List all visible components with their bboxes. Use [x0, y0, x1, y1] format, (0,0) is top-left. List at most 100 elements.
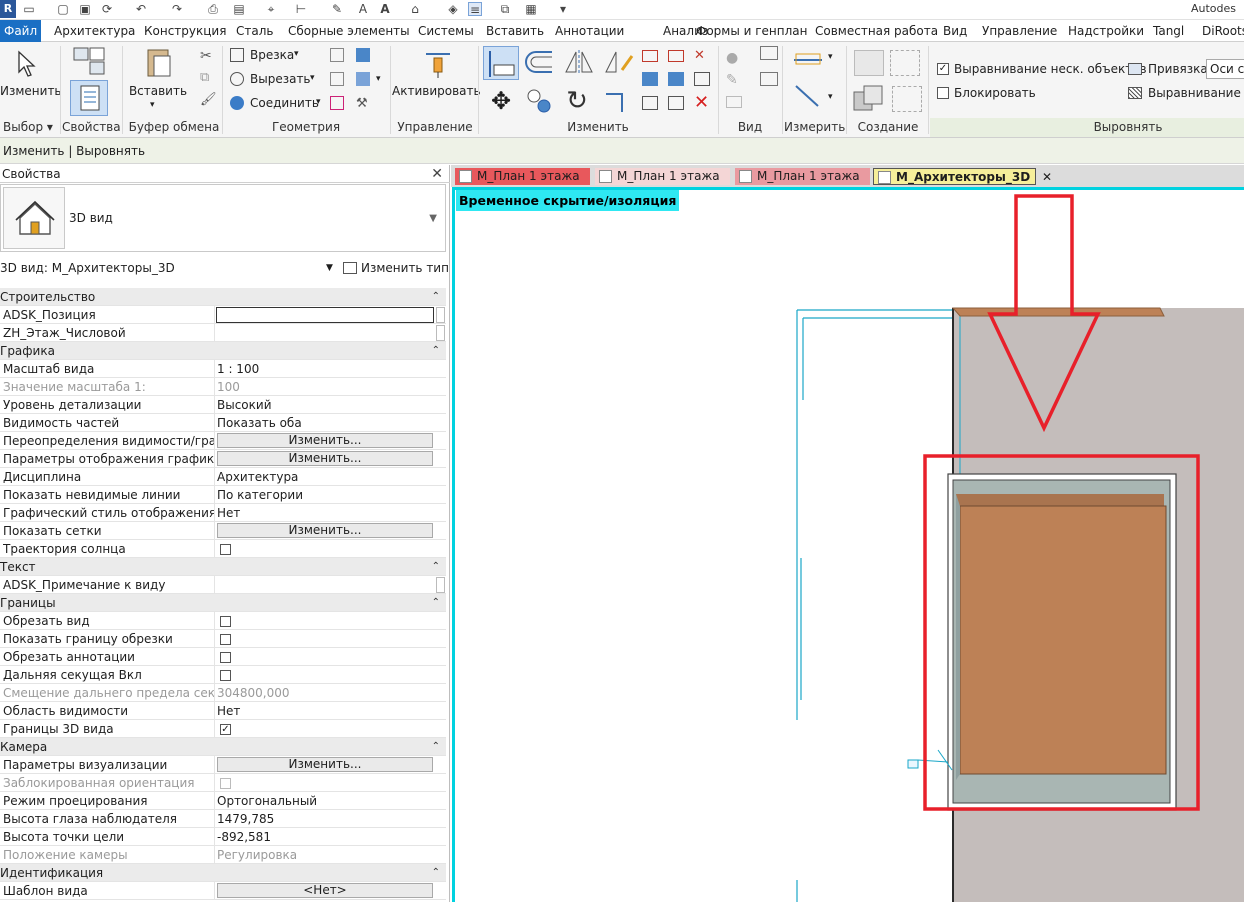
activate-icon[interactable] [424, 50, 452, 80]
activate-button[interactable]: Активировать [392, 84, 481, 98]
edit-button[interactable]: <Нет> [217, 883, 433, 898]
properties-button[interactable]: Свойства [62, 118, 121, 137]
override-icon[interactable] [760, 46, 778, 60]
property-checkbox[interactable] [220, 670, 231, 681]
hammer-icon[interactable]: ⚒ [356, 96, 368, 111]
property-checkbox[interactable] [220, 634, 231, 645]
property-value[interactable]: Нет [217, 702, 433, 720]
measure-icon[interactable]: ⌖ [264, 2, 278, 16]
align-hatch-button[interactable]: Выравнивание ш [1148, 86, 1244, 100]
property-checkbox[interactable] [220, 652, 231, 663]
modify-button[interactable]: Изменить [0, 84, 62, 98]
property-value[interactable]: Архитектура [217, 468, 433, 486]
trim-single-icon[interactable] [642, 96, 658, 110]
menu-tab[interactable]: Архитектура [54, 20, 135, 42]
menu-tab[interactable]: Системы [418, 20, 474, 42]
select-group-title[interactable]: Выбор ▾ [0, 118, 56, 137]
lock-checkbox[interactable] [937, 87, 949, 99]
property-value[interactable]: 1 : 100 [217, 360, 433, 378]
properties-section-header[interactable]: Графика ⌃ [0, 342, 446, 360]
property-value[interactable]: Показать оба [217, 414, 433, 432]
menu-tab[interactable]: Сталь [236, 20, 273, 42]
menu-tab[interactable]: Совместная работа [815, 20, 938, 42]
property-value[interactable]: 304800,000 [217, 684, 433, 702]
property-value[interactable]: По категории [217, 486, 433, 504]
properties-icon[interactable] [70, 80, 108, 116]
edit-button[interactable]: Изменить... [217, 433, 433, 448]
match-properties-icon[interactable]: 🖌 [200, 92, 217, 107]
split-face-icon[interactable] [356, 48, 370, 62]
scale-icon[interactable] [668, 72, 684, 86]
mirror-draw-icon[interactable] [602, 48, 636, 76]
collapse-icon[interactable]: ⌃ [432, 864, 440, 882]
sync-icon[interactable]: ⟳ [100, 2, 114, 16]
property-value[interactable]: Регулировка [217, 846, 433, 864]
paste-button[interactable]: Вставить [128, 84, 188, 98]
revit-logo[interactable]: R [0, 0, 16, 18]
rotate-icon[interactable]: ↻ [562, 86, 592, 116]
property-checkbox[interactable] [220, 616, 231, 627]
view-tab[interactable]: М_План 1 этажа [455, 168, 590, 185]
row-scroll[interactable] [436, 307, 445, 323]
hide-icon[interactable] [726, 96, 742, 108]
property-value[interactable]: 100 [217, 378, 433, 396]
collapse-icon[interactable]: ⌃ [432, 558, 440, 576]
menu-tab[interactable]: Вставить [486, 20, 544, 42]
mirror-axis-icon[interactable] [562, 48, 596, 76]
chevron-down-icon[interactable]: ▼ [326, 257, 333, 279]
create-group-icon[interactable] [890, 50, 920, 76]
type-properties-icon[interactable] [72, 46, 108, 78]
trim-multi-icon[interactable] [668, 96, 684, 110]
property-value[interactable]: Высокий [217, 396, 433, 414]
view-tab[interactable]: М_План 1 этажа [735, 168, 870, 185]
cope-button[interactable]: Врезка [250, 48, 294, 62]
collapse-icon[interactable]: ⌃ [432, 342, 440, 360]
property-value[interactable]: Ортогональный [217, 792, 433, 810]
join-icon[interactable] [230, 96, 244, 110]
unpin-icon[interactable]: ✕ [694, 48, 705, 63]
property-value[interactable]: 1479,785 [217, 810, 433, 828]
folder-icon[interactable]: ▢ [56, 2, 70, 16]
properties-section-header[interactable]: Камера ⌃ [0, 738, 446, 756]
measure-dropdown-icon[interactable]: ▾ [828, 52, 833, 62]
cut-geometry-button[interactable]: Вырезать [250, 72, 311, 86]
property-checkbox[interactable] [220, 544, 231, 555]
pin-icon[interactable] [694, 72, 710, 86]
join-dropdown-icon[interactable]: ▾ [316, 97, 321, 107]
menu-tab[interactable]: Файл [0, 20, 42, 42]
demolish-icon[interactable] [356, 72, 370, 86]
paint-dropdown-icon[interactable]: ▾ [376, 74, 381, 84]
cut-geometry-icon[interactable] [230, 72, 244, 86]
edit-button[interactable]: Изменить... [217, 757, 433, 772]
measure-distance-icon[interactable] [792, 50, 824, 68]
qat-dropdown-icon[interactable]: ▾ [556, 2, 570, 16]
create-similar-icon[interactable] [852, 84, 886, 114]
move-icon[interactable]: ✥ [486, 86, 516, 116]
undo-icon[interactable]: ↶ [134, 2, 148, 16]
property-text-input[interactable] [216, 307, 434, 323]
row-scroll[interactable] [436, 577, 445, 593]
close-tab-icon[interactable]: ✕ [1038, 170, 1052, 184]
drawing-canvas[interactable] [452, 187, 1244, 902]
nav-icon[interactable]: ◈ [446, 2, 460, 16]
menu-tab[interactable]: DiRootsO [1202, 20, 1244, 42]
save-icon[interactable]: ▣ [78, 2, 92, 16]
collapse-icon[interactable]: ⌃ [432, 594, 440, 612]
menu-tab[interactable]: Формы и генплан [696, 20, 808, 42]
brush-icon[interactable]: ✎ [726, 72, 738, 88]
cope-dropdown-icon[interactable]: ▾ [294, 49, 299, 59]
property-checkbox[interactable]: ✓ [220, 724, 231, 735]
view-tab[interactable]: М_Архитекторы_3D ✕ [873, 168, 1052, 185]
align-icon[interactable] [483, 46, 519, 80]
split-icon[interactable] [642, 50, 658, 62]
close-windows-icon[interactable]: ⧉ [498, 2, 512, 16]
copy-element-icon[interactable] [524, 86, 554, 116]
menu-tab[interactable]: Сборные элементы [288, 20, 410, 42]
edit-type-button[interactable]: Изменить тип [343, 259, 449, 277]
menu-tab[interactable]: Конструкция [144, 20, 226, 42]
paint-icon[interactable] [330, 72, 344, 86]
line-icon[interactable] [760, 72, 778, 86]
export-icon[interactable]: ▤ [232, 2, 246, 16]
menu-tab[interactable]: Вид [943, 20, 967, 42]
chevron-down-icon[interactable]: ▼ [429, 213, 437, 224]
